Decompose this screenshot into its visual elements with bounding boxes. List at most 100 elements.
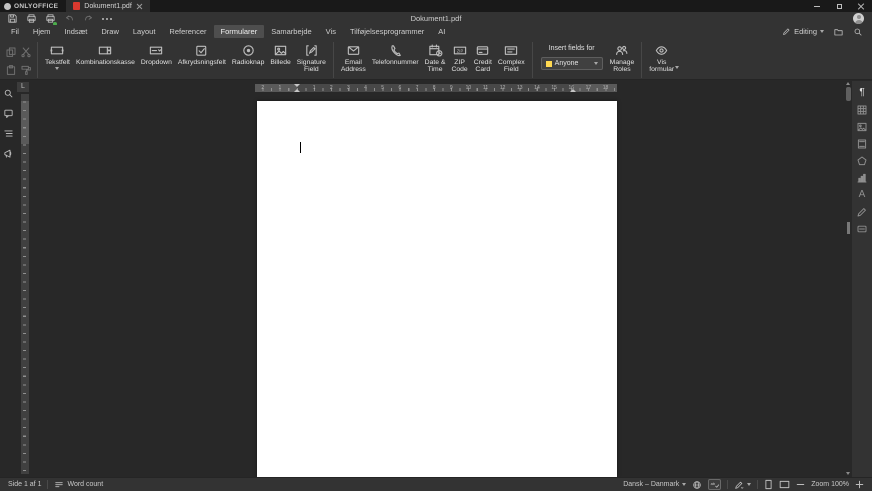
svg-text:ZIP: ZIP [456, 48, 463, 53]
minimize-button[interactable] [806, 0, 828, 12]
complex-field-button[interactable]: Complex Field [495, 41, 528, 74]
cut-button[interactable] [19, 43, 33, 60]
status-separator [757, 480, 758, 489]
header-footer-settings-button[interactable] [855, 137, 869, 150]
text-art-settings-button[interactable]: A [855, 188, 869, 201]
maximize-button[interactable] [828, 0, 850, 12]
pencil-icon [782, 27, 791, 36]
right-indent-marker[interactable] [570, 89, 576, 92]
role-color-swatch [546, 61, 552, 67]
redo-button[interactable] [82, 13, 94, 25]
tab-tilfoejelsesprogrammer[interactable]: Tilføjelsesprogrammer [343, 25, 431, 38]
image-field-button[interactable]: Billede [267, 41, 293, 66]
tab-ai[interactable]: AI [431, 25, 452, 38]
word-count-label: Word count [67, 481, 103, 488]
copy-button[interactable] [4, 43, 18, 60]
document-tab[interactable]: Dokument1.pdf [66, 0, 149, 12]
chart-icon [856, 172, 868, 184]
feedback-button[interactable] [2, 147, 15, 160]
tab-referencer[interactable]: Referencer [162, 25, 213, 38]
app-logo[interactable]: ONLYOFFICE [0, 0, 66, 12]
view-form-button[interactable]: Vis formular [646, 41, 677, 74]
format-painter-button[interactable] [19, 61, 33, 78]
text-field-icon [49, 43, 65, 58]
shape-settings-button[interactable] [855, 154, 869, 167]
scrollbar-thumb[interactable] [846, 87, 851, 101]
fit-to-width-button[interactable] [779, 479, 790, 490]
scroll-up-icon[interactable] [846, 82, 850, 85]
tab-draw[interactable]: Draw [94, 25, 126, 38]
date-time-icon [428, 43, 443, 58]
checkbox-field-button[interactable]: Afkrydsningsfelt [175, 41, 229, 66]
find-button[interactable] [2, 87, 15, 100]
pdf-file-icon [73, 2, 80, 10]
customize-quick-access-button[interactable] [101, 13, 113, 25]
ink-tools-button[interactable] [734, 480, 751, 490]
tab-hjem[interactable]: Hjem [26, 25, 58, 38]
tab-stop-selector[interactable]: L [17, 82, 29, 92]
tab-layout[interactable]: Layout [126, 25, 163, 38]
text-field-button[interactable]: Tekstfelt [42, 41, 73, 70]
paste-button[interactable] [4, 61, 18, 78]
scroll-down-icon[interactable] [846, 472, 850, 475]
chevron-down-icon [747, 483, 751, 486]
image-icon [273, 43, 288, 58]
undo-button[interactable] [63, 13, 75, 25]
tab-formularer[interactable]: Formularer [214, 25, 265, 38]
signature-settings-button[interactable] [855, 205, 869, 218]
spell-check-toggle[interactable]: ab [708, 479, 721, 490]
tab-vis[interactable]: Vis [319, 25, 343, 38]
zip-code-button[interactable]: ZIP ZIP Code [448, 41, 470, 74]
radio-button-field-button[interactable]: Radioknap [229, 41, 268, 66]
zoom-out-button[interactable] [796, 480, 805, 489]
signature-field-button[interactable]: Signature Field [294, 41, 329, 74]
editing-mode-label: Editing [794, 27, 817, 36]
user-avatar[interactable] [853, 13, 864, 24]
credit-card-button[interactable]: Credit Card [471, 41, 495, 74]
dropdown-field-button[interactable]: Dropdown [138, 41, 175, 66]
comments-button[interactable] [2, 107, 15, 120]
phone-number-button[interactable]: Telefonnummer [369, 41, 422, 66]
tab-fil[interactable]: Fil [4, 25, 26, 38]
fit-to-page-button[interactable] [764, 479, 773, 490]
language-selector[interactable]: Dansk – Danmark [623, 481, 686, 488]
search-button[interactable] [853, 27, 863, 37]
horizontal-ruler[interactable]: 21123456789101112131415161718 [255, 84, 617, 92]
close-button[interactable] [850, 0, 872, 12]
zoom-in-button[interactable] [855, 480, 864, 489]
save-button[interactable] [6, 13, 18, 25]
set-document-language-button[interactable] [692, 480, 702, 490]
chart-settings-button[interactable] [855, 171, 869, 184]
open-file-location-button[interactable] [833, 27, 844, 37]
combo-box-icon [97, 43, 113, 58]
combo-box-button[interactable]: Kombinationskasse [73, 41, 138, 66]
paragraph-settings-button[interactable]: ¶ [855, 86, 869, 99]
manage-roles-button[interactable]: Manage Roles [607, 41, 638, 74]
date-time-button[interactable]: Date & Time [422, 41, 449, 74]
vertical-scrollbar[interactable] [845, 82, 852, 476]
tab-samarbejde[interactable]: Samarbejde [264, 25, 318, 38]
word-count-button[interactable]: Word count [54, 480, 103, 490]
editing-mode-button[interactable]: Editing [782, 27, 824, 36]
tab-close-icon[interactable] [136, 3, 143, 10]
right-panel-rail: ¶ A [852, 81, 872, 477]
quick-print-button[interactable] [44, 13, 56, 25]
left-indent-marker[interactable] [294, 84, 300, 92]
role-select[interactable]: Anyone [541, 57, 603, 70]
document-page[interactable] [257, 101, 617, 477]
image-settings-button[interactable] [855, 120, 869, 133]
vertical-ruler[interactable] [21, 94, 29, 474]
page-indicator: Side 1 af 1 [8, 481, 41, 488]
tab-indsaet[interactable]: Indsæt [57, 25, 94, 38]
print-button[interactable] [25, 13, 37, 25]
search-icon [3, 88, 14, 99]
table-settings-button[interactable] [855, 103, 869, 116]
status-bar: Side 1 af 1 Word count Dansk – Danmark a… [0, 477, 872, 491]
form-settings-button[interactable] [855, 222, 869, 235]
minus-icon [796, 480, 805, 489]
document-title: Dokument1.pdf [0, 14, 872, 23]
panel-splitter-grip[interactable] [847, 222, 850, 234]
chevron-down-icon [594, 62, 598, 65]
email-address-button[interactable]: Email Address [338, 41, 369, 74]
navigation-button[interactable] [2, 127, 15, 140]
